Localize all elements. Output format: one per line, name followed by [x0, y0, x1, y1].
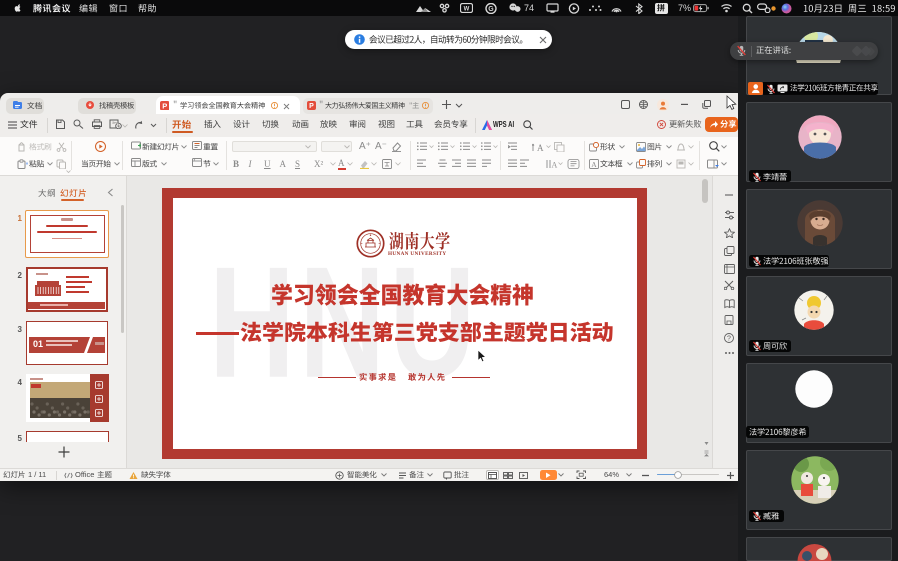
- svg-text:W: W: [464, 7, 470, 13]
- svg-text:P: P: [162, 101, 167, 110]
- svg-text:?: ?: [727, 335, 731, 342]
- svg-text:P: P: [309, 103, 314, 110]
- svg-text:A: A: [537, 143, 544, 152]
- svg-text:A: A: [591, 160, 597, 169]
- svg-text:A: A: [552, 160, 558, 169]
- svg-text:G: G: [488, 6, 494, 13]
